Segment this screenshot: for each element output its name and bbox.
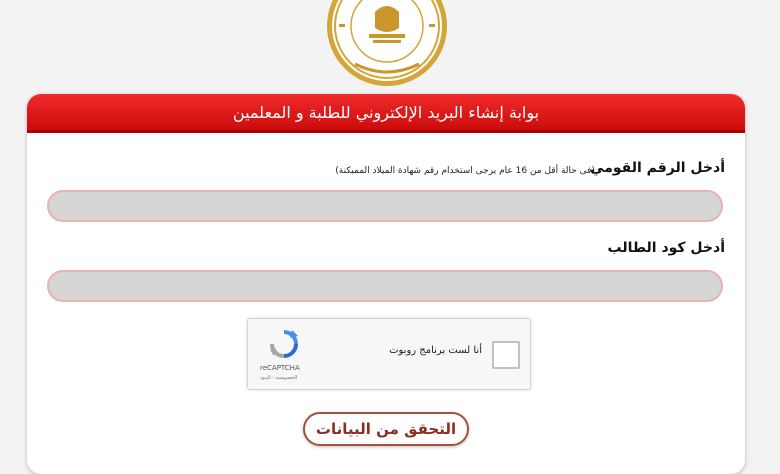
student-code-label: أدخل كود الطالب (607, 240, 725, 256)
national-id-label: أدخل الرقم القومي (590, 160, 725, 176)
page-title: بوابة إنشاء البريد الإلكتروني للطلبة و ا… (232, 102, 540, 122)
form-panel: بوابة إنشاء البريد الإلكتروني للطلبة و ا… (27, 94, 745, 474)
recaptcha-brand: reCAPTCHA (260, 364, 300, 372)
national-id-input[interactable] (47, 190, 723, 222)
recaptcha-terms[interactable]: الخصوصية - البنود (260, 375, 297, 381)
ministry-seal-icon (327, 0, 447, 86)
recaptcha-icon (270, 330, 298, 358)
recaptcha-checkbox[interactable] (492, 341, 520, 369)
national-id-hint: (فى حالة أقل من 16 عام يرجى استخدام رقم … (335, 166, 595, 176)
recaptcha-label: أنا لست برنامج روبوت (389, 345, 482, 356)
student-code-input[interactable] (47, 270, 723, 302)
panel-header: بوابة إنشاء البريد الإلكتروني للطلبة و ا… (27, 94, 745, 133)
verify-data-button[interactable]: التحقق من البيانات (303, 412, 469, 446)
recaptcha-widget: أنا لست برنامج روبوت reCAPTCHA الخصوصية … (247, 318, 531, 390)
